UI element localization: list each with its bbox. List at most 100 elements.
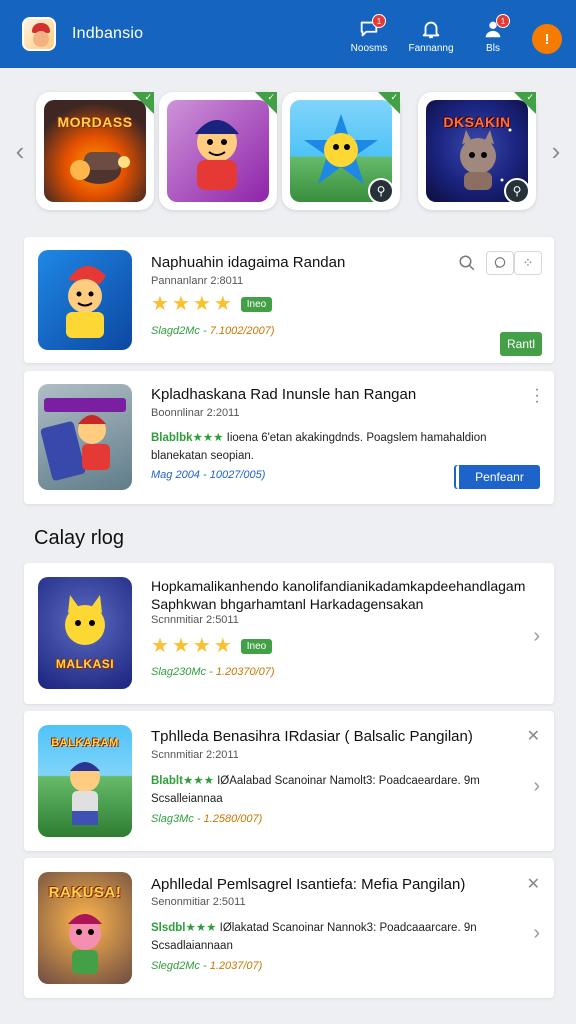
meta-prefix: Slegd2Mc — [151, 960, 200, 972]
chevron-right-icon[interactable]: › — [533, 922, 540, 945]
pirate-character-icon — [167, 100, 269, 202]
app-thumbnail-icon: RAKUSA! — [38, 872, 132, 984]
app-card-2[interactable]: Kpladhaskana Rad Inunsle han Rangan Boon… — [24, 371, 554, 504]
star-icon: ★ — [192, 635, 211, 657]
profile-tab-label: Bls — [486, 43, 500, 54]
rating-circle-icon: ⚲ — [504, 178, 530, 204]
app-meta: Slegd2Mc - 1.2037/07) — [151, 960, 262, 972]
search-icon[interactable] — [456, 251, 478, 275]
desc-line-2: Scsadlaiannaan — [151, 940, 233, 952]
app-title[interactable]: Naphuahin idagaima Randan — [151, 254, 345, 271]
app-thumbnail-icon: BALKARAM — [38, 725, 132, 837]
star-icon: ★ — [151, 635, 169, 657]
desc-line-2: Scsalleiannaa — [151, 793, 223, 805]
meta-value: 1.2580/007) — [203, 813, 263, 825]
bell-icon — [422, 21, 440, 39]
carousel-item-2[interactable] — [159, 92, 277, 210]
app-meta: Slag3Mc - 1.2580/007) — [151, 813, 262, 825]
app-title[interactable]: Hopkamalikanhendo kanolifandianikadamkap… — [151, 578, 525, 594]
rating-circle-icon: ⚲ — [368, 178, 394, 204]
meta-value: 7.1002/2007) — [209, 325, 275, 337]
meta-value: 1.20370/07) — [215, 666, 275, 678]
app-description: Blablt★★★ IØAalabad Scanoinar Namolt3: P… — [151, 772, 541, 808]
meta-value: 1.2037/07) — [209, 960, 263, 972]
app-subtitle: Scnnmitiar 2:2011 — [151, 749, 239, 761]
star-rating: ★ ★ ★ ★ Ineo — [151, 293, 273, 315]
profile-tab-badge: 1 — [496, 14, 510, 28]
thumbnail-title: BALKARAM — [51, 737, 119, 749]
featured-carousel: ‹ MORDASS ⚲ DKSAKIN ⚲ › — [0, 86, 576, 216]
star-icon: ★ — [213, 293, 232, 315]
carousel-next-button[interactable]: › — [546, 136, 566, 166]
chevron-right-icon[interactable]: › — [533, 775, 540, 798]
star-icon: ★ — [171, 635, 190, 657]
close-icon[interactable]: ✕ — [527, 726, 540, 746]
app-meta: Slagd2Mc - 7.1002/2007) — [151, 325, 275, 337]
desc-line-2: blanekatan seopian. — [151, 450, 254, 462]
app-logo-icon[interactable] — [22, 17, 56, 51]
app-title[interactable]: Tphlleda Benasihra IRdasiar ( Balsalic P… — [151, 728, 473, 745]
app-subtitle: Pannanlanr 2:8011 — [151, 275, 244, 287]
app-subtitle: Boonnlinar 2:2011 — [151, 407, 240, 419]
install-button[interactable]: Rantl — [499, 332, 542, 356]
meta-prefix: Slag230Mc — [151, 666, 207, 678]
carousel-item-1[interactable]: MORDASS — [36, 92, 154, 210]
section-title: Calay rlog — [34, 527, 125, 549]
app-meta: Slag230Mc - 1.20370/07) — [151, 666, 275, 678]
notifications-button[interactable]: Fannanng — [400, 18, 462, 54]
messages-button[interactable]: 1 Noosms — [338, 14, 400, 54]
app-card-1[interactable]: Naphuahin idagaima Randan Pannanlanr 2:8… — [24, 237, 554, 363]
meta-prefix: Slagd2Mc — [151, 325, 200, 337]
desc-line-1: Iioena 6'etan akakingdnds. Poagslem hama… — [223, 432, 487, 444]
meta-separator: - — [199, 960, 210, 972]
meta-separator: - — [199, 469, 210, 481]
more-vert-icon[interactable]: · · · — [534, 382, 540, 410]
carousel-item-1-title: MORDASS — [57, 114, 133, 130]
meta-separator: - — [206, 666, 216, 678]
list-item[interactable]: MALKASI Hopkamalikanhendo kanolifandiani… — [24, 563, 554, 704]
meta-value: 10027/005) — [209, 469, 266, 481]
list-item[interactable]: BALKARAM Tphlleda Benasihra IRdasiar ( B… — [24, 711, 554, 851]
rating-badge: Ineo — [240, 296, 273, 312]
desc-rating-prefix: Blablt★★★ — [151, 775, 214, 787]
carousel-item-3[interactable]: ⚲ — [282, 92, 400, 210]
perform-button[interactable]: Penfeanr — [456, 465, 540, 489]
profile-avatar-button[interactable]: ! — [532, 24, 562, 54]
chevron-right-icon[interactable]: › — [533, 625, 540, 648]
desc-line-1: IØlakatad Scanoinar Nannok3: Poadcaaarca… — [216, 922, 477, 934]
star-icon: ★ — [171, 293, 190, 315]
notifications-label: Fannanng — [408, 43, 454, 54]
carousel-item-4-title: DKSAKIN — [443, 114, 511, 130]
app-title[interactable]: Kpladhaskana Rad Inunsle han Rangan — [151, 386, 416, 403]
messages-label: Noosms — [350, 43, 388, 54]
app-description: Slsdbl★★★ IØlakatad Scanoinar Nannok3: P… — [151, 919, 541, 955]
rating-badge: Ineo — [240, 638, 273, 654]
comment-icon[interactable] — [486, 251, 514, 275]
more-grid-icon[interactable]: ⁘ — [514, 251, 542, 275]
star-icon: ★ — [213, 635, 232, 657]
app-subtitle: Senonmitiar 2:5011 — [151, 896, 246, 908]
meta-prefix: Mag 2004 — [151, 469, 200, 481]
carousel-item-4[interactable]: DKSAKIN ⚲ — [418, 92, 536, 210]
list-item[interactable]: RAKUSA! Aphlledal Pemlsagrel Isantiefa: … — [24, 858, 554, 998]
desc-line-1: IØAalabad Scanoinar Namolt3: Poadcaearda… — [213, 775, 480, 787]
profile-tab-button[interactable]: 1 Bls — [462, 14, 524, 54]
thumbnail-title: MALKASI — [55, 657, 115, 671]
app-subtitle: Scnnmitiar 2:5011 — [151, 614, 239, 626]
top-app-bar: Indbansio 1 Noosms Fannanng 1 Bls ! — [0, 0, 576, 68]
star-rating: ★ ★ ★ ★ Ineo — [151, 635, 273, 657]
meta-separator: - — [193, 813, 204, 825]
close-icon[interactable]: ✕ — [527, 874, 540, 894]
star-icon: ★ — [151, 293, 169, 315]
desc-rating-prefix: Slsdbl★★★ — [151, 922, 217, 934]
app-title[interactable]: Aphlledal Pemlsagrel Isantiefa: Mefia Pa… — [151, 876, 465, 893]
app-title: Indbansio — [72, 25, 144, 42]
thumbnail-title: RAKUSA! — [48, 884, 122, 901]
app-thumbnail-icon — [38, 384, 132, 490]
desc-rating-prefix: Blablbk★★★ — [151, 432, 224, 444]
messages-badge: 1 — [372, 14, 386, 28]
game-art-icon: MORDASS — [44, 100, 146, 202]
app-title-line-2: Saphkwan bhgarhamtanl Harkadagensakan — [151, 596, 424, 612]
carousel-prev-button[interactable]: ‹ — [10, 136, 30, 166]
top-actions: 1 Noosms Fannanng 1 Bls ! — [338, 8, 562, 60]
